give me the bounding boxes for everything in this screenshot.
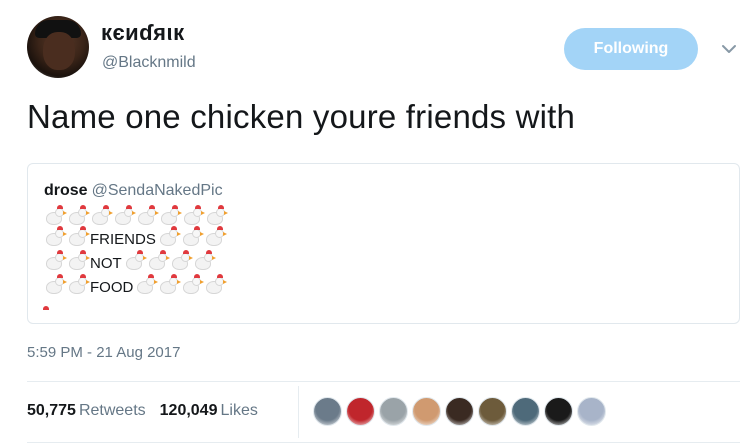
stats-divider — [298, 386, 299, 438]
chicken-icon — [66, 225, 90, 248]
chicken-icon — [204, 205, 228, 227]
chicken-icon — [43, 249, 67, 272]
divider — [27, 442, 740, 443]
liker-avatar[interactable] — [577, 397, 606, 426]
retweets-stat[interactable]: 50,775 Retweets — [27, 402, 146, 420]
display-name[interactable]: кєиɗяιк — [101, 20, 185, 46]
chicken-icon — [203, 225, 227, 248]
chicken-icon — [66, 205, 90, 227]
user-handle[interactable]: @Blacknmild — [102, 54, 196, 72]
liker-avatars — [313, 397, 610, 426]
word-friends: FRIENDS — [90, 231, 156, 248]
retweets-count: 50,775 — [27, 402, 76, 419]
liker-avatar[interactable] — [313, 397, 342, 426]
quoted-tweet[interactable]: drose @SendaNakedPic FRIENDS NOT FOOD — [27, 163, 740, 324]
chicks-b — [134, 273, 228, 303]
word-food: FOOD — [90, 279, 134, 296]
chicken-icon — [180, 273, 205, 296]
chicken-icon — [123, 249, 147, 272]
chicken-icon — [43, 225, 67, 248]
quote-line-4: FOOD — [43, 273, 228, 303]
chicken-icon — [181, 205, 205, 227]
avatar-face — [43, 32, 75, 70]
chicken-icon — [158, 205, 182, 227]
chicken-icon — [43, 205, 67, 227]
likes-label: Likes — [220, 402, 258, 419]
chicken-icon — [89, 205, 113, 227]
following-button[interactable]: Following — [564, 28, 698, 70]
chicken-icon — [43, 273, 67, 296]
liker-avatar[interactable] — [478, 397, 507, 426]
chicken-icon — [203, 273, 228, 296]
chicken-icon — [157, 273, 182, 296]
chicken-icon — [146, 249, 170, 272]
liker-avatar[interactable] — [544, 397, 573, 426]
retweets-label: Retweets — [78, 402, 146, 419]
tweet-timestamp[interactable]: 5:59 PM - 21 Aug 2017 — [27, 344, 180, 361]
quoted-name: drose — [44, 182, 88, 199]
chicken-icon — [66, 273, 90, 296]
chicken-icon — [157, 225, 181, 248]
chicken-icon — [66, 249, 90, 272]
divider — [27, 381, 740, 382]
quote-line-3: NOT — [43, 249, 227, 276]
tweet-header: кєиɗяιк @Blacknmild Following — [27, 16, 736, 80]
word-not: NOT — [90, 255, 122, 272]
quoted-text: FRIENDS NOT FOOD — [43, 204, 228, 303]
likes-count: 120,049 — [159, 402, 218, 419]
quote-line-1 — [43, 204, 228, 228]
likes-stat[interactable]: 120,049 Likes — [160, 402, 258, 420]
chicken-icon — [169, 249, 193, 272]
chicks-a — [43, 273, 90, 303]
chicken-icon — [112, 205, 136, 227]
chevron-down-icon[interactable] — [718, 38, 740, 60]
quoted-author: drose @SendaNakedPic — [44, 182, 223, 200]
liker-avatar[interactable] — [412, 397, 441, 426]
avatar[interactable] — [27, 16, 89, 78]
chicken-icon — [134, 273, 159, 296]
quote-line-2: FRIENDS — [43, 225, 227, 252]
liker-avatar[interactable] — [379, 397, 408, 426]
liker-avatar[interactable] — [511, 397, 540, 426]
chicken-comb-icon — [43, 306, 49, 310]
chicken-icon — [192, 249, 216, 272]
chicken-icon — [135, 205, 159, 227]
chicken-icon — [180, 225, 204, 248]
liker-avatar[interactable] — [346, 397, 375, 426]
tweet-text: Name one chicken youre friends with — [27, 98, 576, 135]
quoted-handle: @SendaNakedPic — [91, 182, 223, 199]
liker-avatar[interactable] — [445, 397, 474, 426]
tweet-stats: 50,775 Retweets 120,049 Likes — [27, 402, 272, 420]
